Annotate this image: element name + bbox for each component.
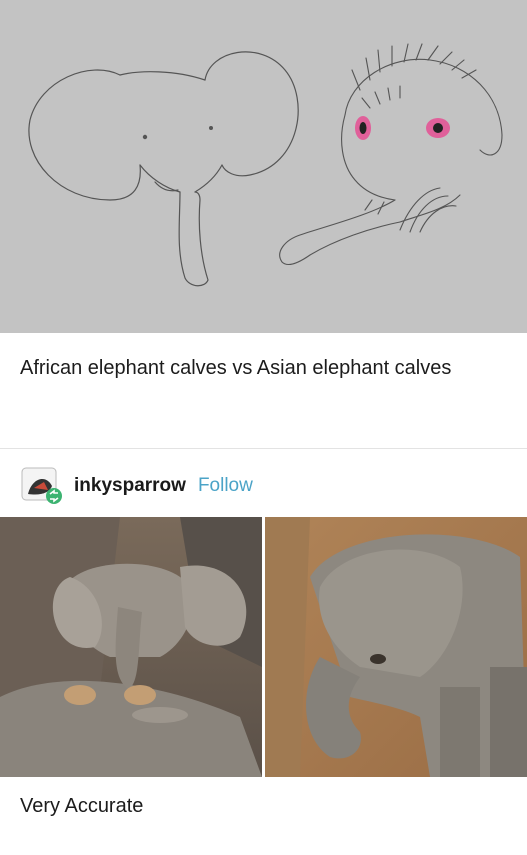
elephant-photo [0,517,527,777]
username-link[interactable]: inkysparrow [74,475,186,497]
african-elephant-sketch [28,51,299,287]
follow-button[interactable]: Follow [198,475,253,497]
avatar[interactable] [20,466,64,506]
asian-elephant-sketch [279,43,503,265]
reblog-header: inkysparrow Follow [20,466,253,506]
footer-comment: Very Accurate [20,795,144,817]
sketch-image [0,0,527,333]
post-caption: African elephant calves vs Asian elephan… [20,357,452,379]
divider [0,448,527,449]
